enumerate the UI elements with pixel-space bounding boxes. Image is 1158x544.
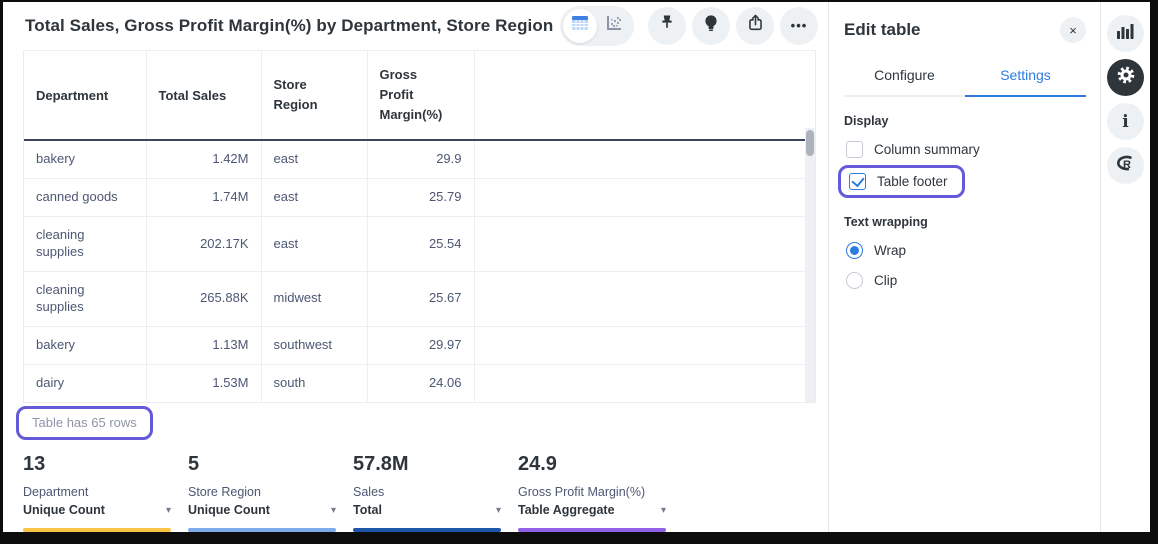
scrollbar-thumb[interactable] <box>806 130 814 156</box>
toolbar: ••• <box>560 6 818 46</box>
clip-radio[interactable] <box>846 272 863 289</box>
more-options-button[interactable]: ••• <box>780 7 818 45</box>
info-button[interactable]: i <box>1107 103 1144 140</box>
table-footer-option[interactable]: Table footer <box>849 173 948 190</box>
main-area: Total Sales, Gross Profit Margin(%) by D… <box>3 2 829 532</box>
view-toggle <box>560 6 634 46</box>
stat-underline <box>23 528 171 532</box>
wrap-radio[interactable] <box>846 242 863 259</box>
table-footer-checkbox[interactable] <box>849 173 866 190</box>
stat-aggregation-label: Unique Count <box>188 501 270 520</box>
stat-value: 57.8M <box>353 453 501 476</box>
stat-value: 13 <box>23 453 171 476</box>
pin-icon <box>657 13 677 38</box>
table-row: canned goods 1.74M east 25.79 <box>24 179 815 217</box>
insights-button[interactable] <box>692 7 730 45</box>
table-scrollbar[interactable] <box>805 128 815 402</box>
close-button[interactable]: × <box>1060 17 1086 43</box>
column-header-total-sales[interactable]: Total Sales <box>146 51 261 140</box>
wrap-option[interactable]: Wrap <box>844 242 1086 259</box>
stat-value: 5 <box>188 453 336 476</box>
stat-gross-profit-margin-aggregate: 24.9 Gross Profit Margin(%) Table Aggreg… <box>518 453 666 533</box>
tab-configure[interactable]: Configure <box>844 57 965 97</box>
panel-title: Edit table <box>844 20 921 40</box>
lightbulb-icon <box>702 13 720 38</box>
stat-underline <box>188 528 336 532</box>
column-summary-label: Column summary <box>874 142 980 157</box>
chevron-down-icon[interactable]: ▾ <box>496 505 501 516</box>
settings-button[interactable] <box>1107 59 1144 96</box>
table-row: dairy 1.53M south 24.06 <box>24 364 815 401</box>
summary-stats-row: 13 Department Unique Count ▾ 5 Store Reg… <box>23 453 828 533</box>
table-row: bakery 1.42M east 29.9 <box>24 140 815 178</box>
app-window: Total Sales, Gross Profit Margin(%) by D… <box>3 2 1150 532</box>
column-summary-option[interactable]: Column summary <box>844 141 1086 158</box>
table-footer-label: Table footer <box>877 174 948 189</box>
stat-value: 24.9 <box>518 453 666 476</box>
close-icon: × <box>1069 23 1077 38</box>
table-row: cleaning supplies 202.17K east 25.54 <box>24 217 815 272</box>
r-code-button[interactable]: R <box>1107 147 1144 184</box>
chevron-down-icon[interactable]: ▾ <box>331 505 336 516</box>
display-section-heading: Display <box>844 114 1086 128</box>
table-header-row: Department Total Sales Store Region Gros… <box>24 51 815 140</box>
clip-label: Clip <box>874 273 897 288</box>
column-header-empty <box>474 51 815 140</box>
table-footer-annotation: Table has 65 rows <box>16 406 153 440</box>
scatter-icon <box>605 14 623 37</box>
wrap-label: Wrap <box>874 243 906 258</box>
clip-option[interactable]: Clip <box>844 272 1086 289</box>
stat-field-label: Department <box>23 483 171 502</box>
column-header-store-region[interactable]: Store Region <box>261 51 367 140</box>
stat-underline <box>518 528 666 532</box>
side-icon-strip: i R <box>1101 2 1150 532</box>
text-wrapping-section-heading: Text wrapping <box>844 215 1086 229</box>
gear-icon <box>1116 65 1136 90</box>
stat-store-region-unique-count: 5 Store Region Unique Count ▾ <box>188 453 336 533</box>
panel-tabs: Configure Settings <box>844 57 1086 97</box>
stat-underline <box>353 528 501 532</box>
column-summary-checkbox[interactable] <box>846 141 863 158</box>
page-title: Total Sales, Gross Profit Margin(%) by D… <box>25 16 560 36</box>
table-view-button[interactable] <box>563 9 597 43</box>
share-button[interactable] <box>736 7 774 45</box>
edit-table-panel: Edit table × Configure Settings Display … <box>829 2 1101 532</box>
stat-aggregation-label: Total <box>353 501 382 520</box>
stat-aggregation-label: Table Aggregate <box>518 501 615 520</box>
stat-department-unique-count: 13 Department Unique Count ▾ <box>23 453 171 533</box>
stat-field-label: Store Region <box>188 483 336 502</box>
svg-text:R: R <box>1123 159 1131 171</box>
info-icon: i <box>1122 112 1128 132</box>
column-header-gross-profit-margin[interactable]: Gross Profit Margin(%) <box>367 51 474 140</box>
table-row: cleaning supplies 265.88K midwest 25.67 <box>24 271 815 326</box>
pin-button[interactable] <box>648 7 686 45</box>
chevron-down-icon[interactable]: ▾ <box>661 505 666 516</box>
bar-chart-icon <box>1117 23 1134 44</box>
chart-type-button[interactable] <box>1107 15 1144 52</box>
share-icon <box>746 13 765 38</box>
stat-sales-total: 57.8M Sales Total ▾ <box>353 453 501 533</box>
stat-field-label: Sales <box>353 483 501 502</box>
stat-field-label: Gross Profit Margin(%) <box>518 483 666 502</box>
r-logo-icon: R <box>1115 154 1137 177</box>
stat-aggregation-label: Unique Count <box>23 501 105 520</box>
table-icon <box>571 15 589 36</box>
visualization-header: Total Sales, Gross Profit Margin(%) by D… <box>3 2 828 50</box>
ellipsis-icon: ••• <box>791 18 808 33</box>
column-header-department[interactable]: Department <box>24 51 146 140</box>
chart-view-button[interactable] <box>597 9 631 43</box>
table-footer-text: Table has 65 rows <box>32 415 137 430</box>
results-table: Department Total Sales Store Region Gros… <box>23 50 816 403</box>
table-row: bakery 1.13M southwest 29.97 <box>24 326 815 364</box>
chevron-down-icon[interactable]: ▾ <box>166 505 171 516</box>
screenshot-frame: Total Sales, Gross Profit Margin(%) by D… <box>0 0 1158 544</box>
table-footer-annotation-box: Table footer <box>838 165 965 198</box>
tab-settings[interactable]: Settings <box>965 57 1086 97</box>
